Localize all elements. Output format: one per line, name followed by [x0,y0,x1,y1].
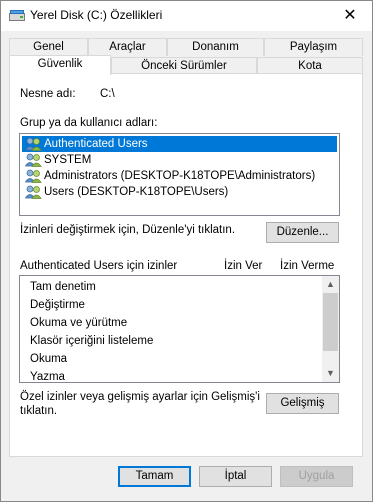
group-name: SYSTEM [44,154,92,166]
scroll-down-icon[interactable]: ▼ [322,365,339,382]
object-name-value: C:\ [100,88,115,100]
advanced-hint-line2: tıklatın. [20,405,58,417]
list-item: Okuma ve yürütme [30,317,128,329]
close-icon: ✕ [343,7,357,24]
deny-column-header: İzin Verme [280,260,335,272]
tab-araclar[interactable]: Araçlar [88,38,167,56]
group-name: Authenticated Users [44,138,148,150]
list-item[interactable]: Authenticated Users [22,136,337,152]
group-name: Administrators (DESKTOP-K18TOPE\Administ… [44,170,316,182]
properties-window: Yerel Disk (C:) Özellikleri ✕ Genel Araç… [0,0,373,502]
group-name: Users (DESKTOP-K18TOPE\Users) [44,186,229,198]
tab-row-top: Genel Araçlar Donanım Paylaşım [9,38,363,56]
edit-hint: İzinleri değiştirmek için, Düzenle'yi tı… [20,224,236,236]
list-item[interactable]: Administrators (DESKTOP-K18TOPE\Administ… [22,168,337,184]
list-item: Okuma [30,353,68,365]
title-bar: Yerel Disk (C:) Özellikleri ✕ [1,1,372,31]
users-icon [25,169,42,183]
object-name-label: Nesne adı: [20,88,76,100]
drive-icon [9,10,25,21]
security-panel: Nesne adı: C:\ Grup ya da kullanıcı adla… [9,73,363,457]
tab-row-bottom: Güvenlik Önceki Sürümler Kota [9,55,363,75]
scroll-thumb[interactable] [323,293,338,351]
users-icon [25,185,42,199]
ok-button[interactable]: Tamam [118,466,191,487]
scroll-up-icon[interactable]: ▲ [322,276,339,293]
users-icon [25,153,42,167]
close-button[interactable]: ✕ [328,1,372,31]
advanced-hint-line1: Özel izinler veya gelişmiş ayarlar için … [20,391,260,403]
list-item: Tam denetim [30,281,96,293]
advanced-button[interactable]: Gelişmiş [266,393,339,414]
apply-button[interactable]: Uygula [280,466,353,487]
tab-donanim[interactable]: Donanım [167,38,264,56]
list-item[interactable]: SYSTEM [22,152,337,168]
list-item: Yazma [30,371,65,383]
groups-listbox[interactable]: Authenticated Users SYSTEM Administrator… [19,133,340,216]
list-item: Değiştirme [30,299,85,311]
permissions-scrollbar[interactable]: ▲ ▼ [322,276,339,382]
tab-paylasim[interactable]: Paylaşım [264,38,363,56]
groups-label: Grup ya da kullanıcı adları: [20,117,158,129]
permissions-listbox[interactable]: Tam denetim Değiştirme Okuma ve yürütme … [19,275,340,383]
cancel-button[interactable]: İptal [199,466,272,487]
list-item: Klasör içeriğini listeleme [30,335,154,347]
tab-guvenlik[interactable]: Güvenlik [9,55,111,75]
permissions-header: Authenticated Users için izinler [20,260,178,272]
allow-column-header: İzin Ver [224,260,263,272]
edit-button[interactable]: Düzenle... [266,222,339,243]
window-title: Yerel Disk (C:) Özellikleri [30,8,163,22]
list-item[interactable]: Users (DESKTOP-K18TOPE\Users) [22,184,337,200]
tab-genel[interactable]: Genel [9,38,88,56]
users-icon [25,137,42,151]
